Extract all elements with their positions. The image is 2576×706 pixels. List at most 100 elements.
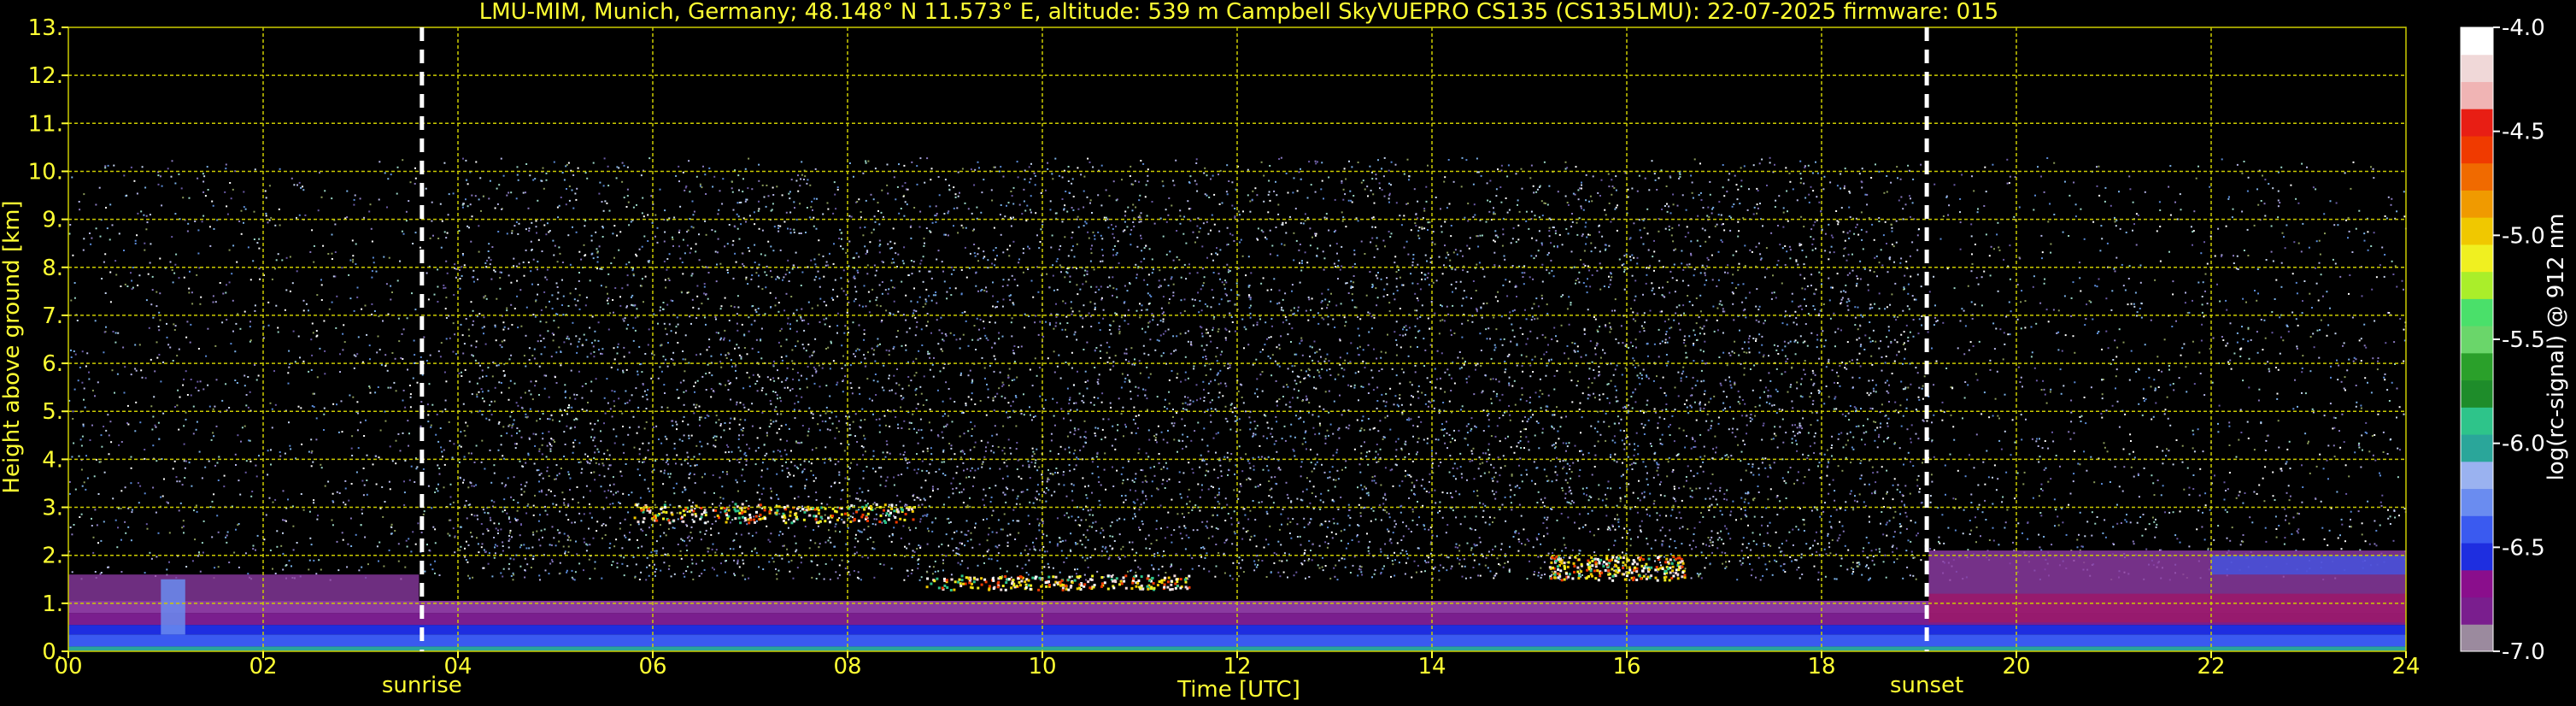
noise-speck <box>1372 193 1375 196</box>
noise-speck <box>1416 309 1418 312</box>
noise-speck <box>585 338 588 341</box>
noise-speck <box>2339 275 2342 278</box>
noise-speck <box>735 369 736 372</box>
noise-speck <box>1218 487 1220 490</box>
noise-speck <box>815 447 818 450</box>
noise-speck <box>429 354 431 356</box>
noise-speck <box>1425 562 1428 564</box>
noise-speck <box>1480 365 1482 367</box>
noise-speck <box>1385 401 1388 403</box>
noise-speck <box>1007 402 1010 404</box>
noise-speck <box>708 346 711 348</box>
noise-speck <box>1216 360 1218 362</box>
noise-speck <box>173 272 176 274</box>
noise-speck <box>1233 510 1235 513</box>
noise-speck <box>145 299 148 302</box>
noise-speck <box>216 515 219 517</box>
noise-speck <box>813 258 816 261</box>
noise-speck <box>1060 408 1063 410</box>
noise-speck <box>149 214 151 216</box>
noise-speck <box>1349 516 1352 519</box>
noise-speck <box>2295 318 2297 321</box>
noise-speck <box>274 573 277 574</box>
noise-speck <box>319 172 320 174</box>
noise-speck <box>1894 510 1897 513</box>
noise-speck <box>2133 305 2136 308</box>
noise-speck <box>1622 406 1624 409</box>
noise-speck <box>1918 398 1921 401</box>
noise-speck <box>992 509 995 512</box>
noise-speck <box>2235 497 2238 499</box>
noise-speck <box>1157 551 1159 554</box>
noise-speck <box>1467 320 1470 321</box>
noise-speck <box>745 500 748 503</box>
noise-speck <box>1242 210 1244 213</box>
noise-speck <box>942 426 945 428</box>
noise-speck <box>500 444 502 446</box>
noise-speck <box>625 206 628 208</box>
noise-speck <box>1446 207 1448 209</box>
noise-speck <box>1807 313 1810 315</box>
noise-speck <box>959 435 961 438</box>
noise-speck <box>1332 318 1335 321</box>
noise-speck <box>1073 333 1076 336</box>
noise-speck <box>2045 467 2047 469</box>
noise-speck <box>856 551 858 554</box>
noise-speck <box>2360 466 2362 468</box>
noise-speck <box>243 206 245 209</box>
noise-speck <box>1323 360 1326 362</box>
noise-speck <box>310 451 313 454</box>
noise-speck <box>1139 316 1141 319</box>
noise-speck <box>854 435 856 438</box>
noise-speck <box>729 339 731 342</box>
noise-speck <box>1434 243 1436 245</box>
noise-speck <box>1556 340 1558 343</box>
noise-speck <box>1147 409 1148 411</box>
noise-speck <box>861 305 864 308</box>
noise-speck <box>2020 327 2022 330</box>
noise-speck <box>662 547 665 550</box>
noise-speck <box>1588 368 1591 370</box>
noise-speck <box>1408 497 1411 499</box>
noise-speck <box>2397 476 2399 479</box>
noise-speck <box>1328 229 1330 232</box>
noise-speck <box>1463 558 1465 561</box>
noise-speck <box>745 221 747 223</box>
noise-speck <box>518 222 520 225</box>
noise-speck <box>836 186 839 189</box>
noise-speck <box>1551 444 1553 447</box>
noise-speck <box>901 260 904 262</box>
noise-speck <box>1817 465 1819 468</box>
noise-speck <box>550 544 553 546</box>
noise-speck <box>1349 361 1352 363</box>
noise-speck <box>334 223 337 226</box>
noise-speck <box>1233 240 1235 242</box>
noise-speck <box>427 414 430 416</box>
noise-speck <box>911 161 913 163</box>
noise-speck <box>747 247 749 249</box>
noise-speck <box>797 190 800 192</box>
noise-speck <box>2040 483 2043 485</box>
noise-speck <box>1220 475 1223 477</box>
noise-speck <box>198 551 200 554</box>
noise-speck <box>1490 435 1493 438</box>
noise-speck <box>1326 369 1328 372</box>
noise-speck <box>1703 408 1705 409</box>
noise-speck <box>1271 436 1274 438</box>
noise-speck <box>966 567 969 569</box>
noise-speck <box>478 225 480 227</box>
noise-speck <box>1128 379 1130 381</box>
noise-speck <box>664 209 666 212</box>
noise-speck <box>918 429 920 432</box>
noise-speck <box>663 240 666 243</box>
noise-speck <box>502 545 504 547</box>
noise-speck <box>2138 403 2140 405</box>
noise-speck <box>740 356 742 358</box>
noise-speck <box>1892 484 1894 486</box>
noise-speck <box>1581 181 1582 184</box>
noise-speck <box>624 518 626 521</box>
noise-speck <box>1441 319 1444 321</box>
noise-speck <box>1742 283 1745 285</box>
noise-speck <box>1386 277 1388 279</box>
noise-speck <box>688 362 690 364</box>
